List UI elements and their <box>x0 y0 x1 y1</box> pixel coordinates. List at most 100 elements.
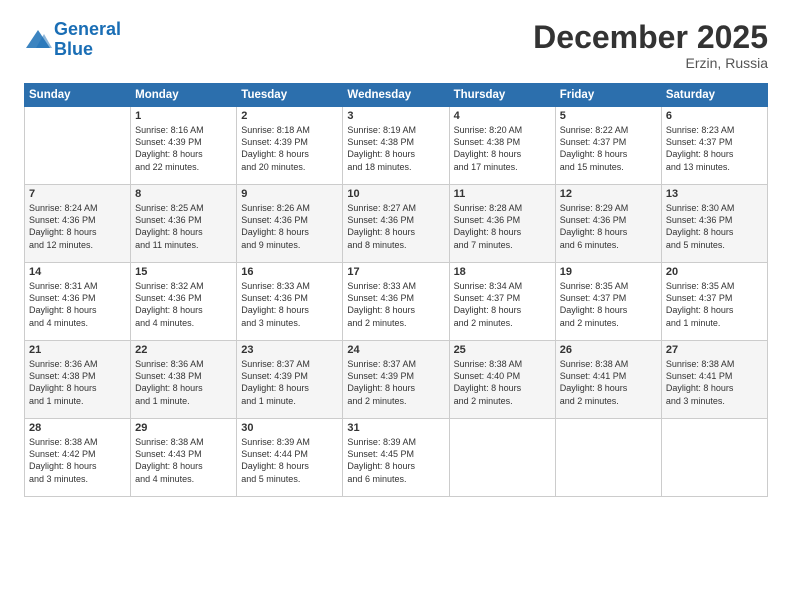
table-row <box>25 107 131 185</box>
header: General Blue December 2025 Erzin, Russia <box>24 20 768 71</box>
col-wednesday: Wednesday <box>343 84 449 107</box>
day-number: 14 <box>29 266 126 278</box>
day-info: Sunrise: 8:33 AM Sunset: 4:36 PM Dayligh… <box>241 280 338 329</box>
day-number: 7 <box>29 188 126 200</box>
table-row: 1 Sunrise: 8:16 AM Sunset: 4:39 PM Daylig… <box>131 107 237 185</box>
day-info: Sunrise: 8:28 AM Sunset: 4:36 PM Dayligh… <box>454 202 551 251</box>
day-number: 29 <box>135 422 232 434</box>
table-row: 12Sunrise: 8:29 AM Sunset: 4:36 PM Dayli… <box>555 185 661 263</box>
day-info: Sunrise: 8:38 AM Sunset: 4:43 PM Dayligh… <box>135 436 232 485</box>
table-row: 19 Sunrise: 8:35 AM Sunset: 4:37 PM Dayli… <box>555 263 661 341</box>
day-info: Sunrise: 8:37 AM Sunset: 4:39 PM Dayligh… <box>241 358 338 407</box>
col-tuesday: Tuesday <box>237 84 343 107</box>
col-friday: Friday <box>555 84 661 107</box>
table-row: 13Sunrise: 8:30 AM Sunset: 4:36 PM Dayli… <box>661 185 767 263</box>
day-number: 8 <box>135 188 232 200</box>
day-info: Sunrise: 8:34 AM Sunset: 4:37 PM Dayligh… <box>454 280 551 329</box>
day-number: 5 <box>560 110 657 122</box>
table-row: 8 Sunrise: 8:25 AM Sunset: 4:36 PM Daylig… <box>131 185 237 263</box>
day-info: Sunrise: 8:22 AM Sunset: 4:37 PM Dayligh… <box>560 124 657 173</box>
logo-icon <box>24 26 52 54</box>
day-info: Sunrise: 8:27 AM Sunset: 4:36 PM Dayligh… <box>347 202 444 251</box>
table-row: 3 Sunrise: 8:19 AM Sunset: 4:38 PM Daylig… <box>343 107 449 185</box>
day-number: 23 <box>241 344 338 356</box>
day-info: Sunrise: 8:35 AM Sunset: 4:37 PM Dayligh… <box>666 280 763 329</box>
table-row: 28 Sunrise: 8:38 AM Sunset: 4:42 PM Dayli… <box>25 419 131 497</box>
day-number: 2 <box>241 110 338 122</box>
day-number: 30 <box>241 422 338 434</box>
day-number: 28 <box>29 422 126 434</box>
table-row: 15Sunrise: 8:32 AM Sunset: 4:36 PM Dayli… <box>131 263 237 341</box>
day-info: Sunrise: 8:16 AM Sunset: 4:39 PM Dayligh… <box>135 124 232 173</box>
table-row: 27Sunrise: 8:38 AM Sunset: 4:41 PM Dayli… <box>661 341 767 419</box>
title-block: December 2025 Erzin, Russia <box>533 20 768 71</box>
day-number: 16 <box>241 266 338 278</box>
col-saturday: Saturday <box>661 84 767 107</box>
table-row: 24 Sunrise: 8:37 AM Sunset: 4:39 PM Dayli… <box>343 341 449 419</box>
table-row <box>449 419 555 497</box>
table-row: 5 Sunrise: 8:22 AM Sunset: 4:37 PM Daylig… <box>555 107 661 185</box>
day-info: Sunrise: 8:18 AM Sunset: 4:39 PM Dayligh… <box>241 124 338 173</box>
logo-line2: Blue <box>54 39 93 59</box>
day-info: Sunrise: 8:33 AM Sunset: 4:36 PM Dayligh… <box>347 280 444 329</box>
table-row: 17 Sunrise: 8:33 AM Sunset: 4:36 PM Dayli… <box>343 263 449 341</box>
logo: General Blue <box>24 20 121 60</box>
day-number: 17 <box>347 266 444 278</box>
page: General Blue December 2025 Erzin, Russia… <box>0 0 792 612</box>
day-info: Sunrise: 8:25 AM Sunset: 4:36 PM Dayligh… <box>135 202 232 251</box>
table-row: 26Sunrise: 8:38 AM Sunset: 4:41 PM Dayli… <box>555 341 661 419</box>
day-number: 12 <box>560 188 657 200</box>
day-number: 4 <box>454 110 551 122</box>
day-number: 3 <box>347 110 444 122</box>
table-row: 21Sunrise: 8:36 AM Sunset: 4:38 PM Dayli… <box>25 341 131 419</box>
table-row: 16 Sunrise: 8:33 AM Sunset: 4:36 PM Dayli… <box>237 263 343 341</box>
day-info: Sunrise: 8:23 AM Sunset: 4:37 PM Dayligh… <box>666 124 763 173</box>
day-number: 31 <box>347 422 444 434</box>
table-row: 9 Sunrise: 8:26 AM Sunset: 4:36 PM Daylig… <box>237 185 343 263</box>
logo-line1: General <box>54 19 121 39</box>
calendar-week-row: 14 Sunrise: 8:31 AM Sunset: 4:36 PM Dayli… <box>25 263 768 341</box>
col-monday: Monday <box>131 84 237 107</box>
day-number: 18 <box>454 266 551 278</box>
day-info: Sunrise: 8:20 AM Sunset: 4:38 PM Dayligh… <box>454 124 551 173</box>
day-number: 13 <box>666 188 763 200</box>
table-row: 14 Sunrise: 8:31 AM Sunset: 4:36 PM Dayli… <box>25 263 131 341</box>
calendar-table: Sunday Monday Tuesday Wednesday Thursday… <box>24 83 768 497</box>
day-number: 24 <box>347 344 444 356</box>
table-row: 23 Sunrise: 8:37 AM Sunset: 4:39 PM Dayli… <box>237 341 343 419</box>
day-number: 20 <box>666 266 763 278</box>
day-number: 10 <box>347 188 444 200</box>
table-row: 20 Sunrise: 8:35 AM Sunset: 4:37 PM Dayli… <box>661 263 767 341</box>
day-number: 6 <box>666 110 763 122</box>
day-number: 15 <box>135 266 232 278</box>
day-number: 19 <box>560 266 657 278</box>
day-info: Sunrise: 8:38 AM Sunset: 4:40 PM Dayligh… <box>454 358 551 407</box>
day-info: Sunrise: 8:35 AM Sunset: 4:37 PM Dayligh… <box>560 280 657 329</box>
day-number: 27 <box>666 344 763 356</box>
col-thursday: Thursday <box>449 84 555 107</box>
day-number: 1 <box>135 110 232 122</box>
table-row: 18 Sunrise: 8:34 AM Sunset: 4:37 PM Dayli… <box>449 263 555 341</box>
day-info: Sunrise: 8:26 AM Sunset: 4:36 PM Dayligh… <box>241 202 338 251</box>
table-row: 2 Sunrise: 8:18 AM Sunset: 4:39 PM Daylig… <box>237 107 343 185</box>
day-info: Sunrise: 8:38 AM Sunset: 4:42 PM Dayligh… <box>29 436 126 485</box>
day-number: 9 <box>241 188 338 200</box>
table-row: 11 Sunrise: 8:28 AM Sunset: 4:36 PM Dayli… <box>449 185 555 263</box>
calendar-week-row: 21Sunrise: 8:36 AM Sunset: 4:38 PM Dayli… <box>25 341 768 419</box>
calendar-week-row: 7 Sunrise: 8:24 AM Sunset: 4:36 PM Daylig… <box>25 185 768 263</box>
day-number: 11 <box>454 188 551 200</box>
col-sunday: Sunday <box>25 84 131 107</box>
day-info: Sunrise: 8:37 AM Sunset: 4:39 PM Dayligh… <box>347 358 444 407</box>
day-info: Sunrise: 8:39 AM Sunset: 4:44 PM Dayligh… <box>241 436 338 485</box>
table-row: 10 Sunrise: 8:27 AM Sunset: 4:36 PM Dayli… <box>343 185 449 263</box>
day-number: 21 <box>29 344 126 356</box>
month-title: December 2025 <box>533 20 768 55</box>
table-row: 22Sunrise: 8:36 AM Sunset: 4:38 PM Dayli… <box>131 341 237 419</box>
logo-text: General Blue <box>54 20 121 60</box>
day-info: Sunrise: 8:19 AM Sunset: 4:38 PM Dayligh… <box>347 124 444 173</box>
day-info: Sunrise: 8:24 AM Sunset: 4:36 PM Dayligh… <box>29 202 126 251</box>
table-row: 7 Sunrise: 8:24 AM Sunset: 4:36 PM Daylig… <box>25 185 131 263</box>
calendar-week-row: 28 Sunrise: 8:38 AM Sunset: 4:42 PM Dayli… <box>25 419 768 497</box>
location: Erzin, Russia <box>533 55 768 71</box>
day-info: Sunrise: 8:31 AM Sunset: 4:36 PM Dayligh… <box>29 280 126 329</box>
